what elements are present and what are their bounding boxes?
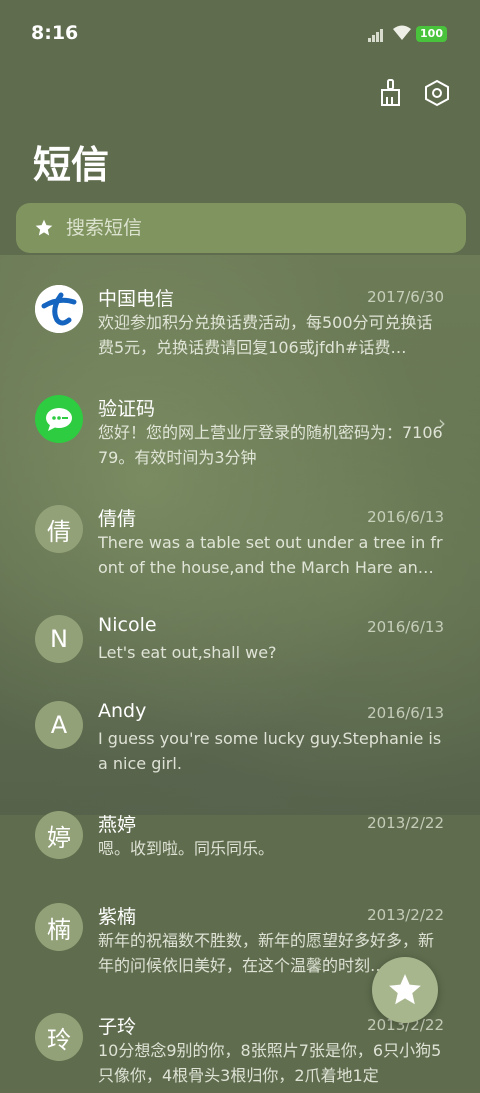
message-date: 2013/2/22: [367, 906, 444, 924]
wifi-icon: [393, 25, 411, 40]
conversation-item[interactable]: 中国电信 2017/6/30 欢迎参加积分兑换话费活动，每500分可兑换话费5元…: [0, 255, 480, 365]
search-bar[interactable]: [16, 203, 466, 253]
contact-name: 子玲: [98, 1016, 137, 1038]
message-date: 2013/2/22: [367, 814, 444, 832]
avatar: N: [35, 615, 83, 663]
signal-icon: [368, 28, 386, 42]
contact-name: 倩倩: [98, 508, 137, 530]
settings-hex-icon[interactable]: [422, 78, 452, 108]
avatar: 婷: [35, 811, 83, 859]
page-title: 短信: [33, 143, 110, 187]
message-snippet: Let's eat out,shall we?: [98, 643, 277, 662]
conversation-item[interactable]: N Nicole 2016/6/13 Let's eat out,shall w…: [0, 585, 480, 671]
avatar: 倩: [35, 505, 83, 553]
contact-name: 验证码: [98, 398, 156, 420]
avatar: 楠: [35, 903, 83, 951]
message-date: 2016/6/13: [367, 618, 444, 636]
contact-name: Nicole: [98, 614, 157, 636]
contact-name: 燕婷: [98, 814, 137, 836]
battery-indicator: 100: [416, 26, 447, 42]
search-input[interactable]: [64, 216, 428, 240]
status-time: 8:16: [31, 22, 79, 44]
message-snippet: There was a table set out under a tree i…: [98, 533, 443, 577]
contact-name: Andy: [98, 700, 147, 722]
star-icon: [389, 974, 421, 1005]
avatar: A: [35, 701, 83, 749]
message-snippet: I guess you're some lucky guy.Stephanie …: [98, 729, 442, 773]
conversation-item[interactable]: 倩 倩倩 2016/6/13 There was a table set out…: [0, 475, 480, 585]
message-snippet: 欢迎参加积分兑换话费活动，每500分可兑换话费5元，兑换话费请回复106或jfd…: [98, 313, 433, 357]
chat-bubble-icon: [35, 395, 83, 443]
message-snippet: 您好！您的网上营业厅登录的随机密码为：710679。有效时间为3分钟: [98, 423, 443, 467]
conversation-item[interactable]: 验证码 › 您好！您的网上营业厅登录的随机密码为：710679。有效时间为3分钟: [0, 365, 480, 475]
compose-star-button[interactable]: [372, 957, 438, 1023]
broom-icon[interactable]: [376, 78, 406, 108]
message-date: 2016/6/13: [367, 704, 444, 722]
contact-name: 紫楠: [98, 906, 137, 928]
top-actions: [376, 78, 452, 108]
conversation-item[interactable]: 婷 燕婷 2013/2/22 嗯。收到啦。同乐同乐。: [0, 781, 480, 873]
status-bar: 8:16 100: [0, 0, 480, 68]
star-icon: [35, 219, 53, 236]
message-snippet: 10分想念9别的你，8张照片7张是你，6只小狗5只像你，4根骨头3根归你，2爪着…: [98, 1041, 442, 1085]
china-telecom-logo: [35, 285, 83, 333]
contact-name: 中国电信: [98, 288, 175, 310]
conversation-item[interactable]: A Andy 2016/6/13 I guess you're some luc…: [0, 671, 480, 781]
message-date: 2017/6/30: [367, 288, 444, 306]
avatar: 玲: [35, 1013, 83, 1061]
message-date: 2016/6/13: [367, 508, 444, 526]
message-snippet: 嗯。收到啦。同乐同乐。: [98, 839, 275, 858]
